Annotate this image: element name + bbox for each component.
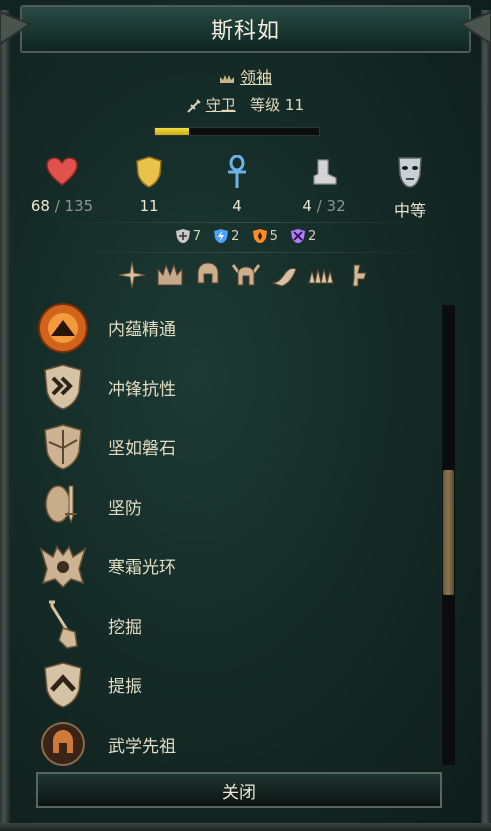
- unit-name: 斯科如: [210, 19, 280, 44]
- xp-progress-fill: [155, 128, 190, 135]
- corner-ornament-icon: [0, 10, 33, 46]
- level-value: 11: [284, 96, 304, 114]
- crown-spikes-icon[interactable]: [155, 260, 185, 290]
- level-label: 等级: [250, 96, 281, 114]
- def-lightning-value: 2: [231, 228, 240, 244]
- ability-label: 提振: [108, 677, 142, 698]
- ability-item[interactable]: 坚如磐石: [36, 417, 436, 477]
- def-fire-value: 5: [269, 228, 278, 244]
- ability-item[interactable]: 挖掘: [36, 596, 436, 656]
- unit-info-panel: 斯科如 领袖 守卫 等级 11 68 / 135 11 4 4 / 32 中等 …: [0, 0, 491, 831]
- stat-health[interactable]: 68 / 135: [22, 155, 102, 215]
- difficulty-value: 中等: [393, 201, 426, 220]
- martial-ancestor-icon: [36, 717, 90, 771]
- heart-icon: [46, 157, 78, 186]
- ability-label: 挖掘: [108, 617, 142, 638]
- ability-label: 武学先祖: [108, 736, 176, 757]
- close-button-label: 关闭: [222, 782, 256, 803]
- stat-defense[interactable]: 11: [109, 155, 189, 215]
- crown-icon: [219, 74, 234, 83]
- helmet-icon[interactable]: [193, 260, 223, 290]
- spikes-icon[interactable]: [307, 260, 337, 290]
- rock-solid-icon: [36, 420, 90, 474]
- frame-right: [481, 10, 491, 825]
- ankh-value: 4: [232, 197, 242, 215]
- movement-max: 32: [326, 197, 346, 215]
- close-button[interactable]: 关闭: [36, 772, 442, 808]
- def-physical-value: 7: [192, 228, 201, 244]
- corner-ornament-icon: [458, 10, 491, 46]
- fire-defense-icon: [252, 229, 267, 243]
- def-magic-value: 2: [307, 228, 317, 244]
- ability-item[interactable]: 寒霜光环: [36, 536, 436, 596]
- def-magic[interactable]: 2: [290, 228, 316, 244]
- ability-item[interactable]: 冲锋抗性: [36, 358, 436, 418]
- physical-defense-icon: [175, 229, 190, 243]
- movement-current: 4: [302, 197, 312, 215]
- sword-icon: [187, 98, 201, 113]
- health-current: 68: [30, 197, 50, 215]
- rally-icon: [36, 658, 90, 712]
- class-row: 守卫 等级 11: [0, 94, 491, 115]
- shield-icon: [136, 156, 162, 188]
- stat-ankh[interactable]: 4: [197, 155, 277, 215]
- divider: [60, 222, 431, 223]
- magic-defense-icon: [290, 229, 305, 243]
- foot-icon[interactable]: [269, 260, 299, 290]
- frost-aura-icon: [36, 539, 90, 593]
- shovel-icon: [36, 598, 90, 652]
- ability-item[interactable]: 坚防: [36, 477, 436, 537]
- def-lightning[interactable]: 2: [213, 228, 239, 244]
- broken-arrow-icon[interactable]: [345, 260, 375, 290]
- def-physical[interactable]: 7: [175, 228, 201, 244]
- ability-item[interactable]: 内蕴精通: [36, 298, 436, 358]
- leader-link[interactable]: 领袖: [240, 68, 272, 87]
- class-link[interactable]: 守卫: [206, 96, 236, 114]
- mask-icon: [398, 157, 422, 188]
- horned-helmet-icon[interactable]: [231, 260, 261, 290]
- stats-row: 68 / 135 11 4 4 / 32 中等: [20, 155, 461, 220]
- divider: [60, 252, 431, 253]
- ability-scrollbar[interactable]: [441, 305, 455, 765]
- ability-item[interactable]: 提振: [36, 655, 436, 715]
- ability-list: 内蕴精通 冲锋抗性 坚如磐石 坚防 寒霜光环 挖掘 提振 武学先祖: [36, 298, 436, 774]
- stat-difficulty[interactable]: 中等: [370, 155, 450, 221]
- def-fire[interactable]: 5: [252, 228, 278, 244]
- ability-label: 寒霜光环: [108, 558, 176, 579]
- frame-left: [0, 10, 10, 825]
- frame-bottom: [0, 823, 491, 831]
- xp-progress-bar: [154, 127, 320, 136]
- defense-row: 7 2 5 2: [0, 228, 491, 248]
- immunity-row: [0, 260, 491, 290]
- charge-resist-icon: [36, 360, 90, 414]
- stat-movement[interactable]: 4 / 32: [284, 155, 364, 215]
- star-burst-icon[interactable]: [117, 260, 147, 290]
- shield-sword-icon: [36, 479, 90, 533]
- lightning-defense-icon: [214, 229, 229, 243]
- health-max: 135: [64, 197, 94, 215]
- ankh-icon: [228, 155, 246, 188]
- ability-label: 内蕴精通: [108, 320, 176, 341]
- scroll-thumb[interactable]: [443, 470, 454, 595]
- leader-row[interactable]: 领袖: [0, 64, 491, 88]
- boot-icon: [313, 159, 337, 185]
- ability-item[interactable]: 武学先祖: [36, 715, 436, 775]
- title-bar: 斯科如: [20, 5, 471, 53]
- inner-mastery-icon: [36, 301, 90, 355]
- ability-label: 坚防: [108, 498, 142, 519]
- ability-label: 坚如磐石: [108, 439, 176, 460]
- defense-value: 11: [139, 197, 159, 215]
- ability-label: 冲锋抗性: [108, 379, 176, 400]
